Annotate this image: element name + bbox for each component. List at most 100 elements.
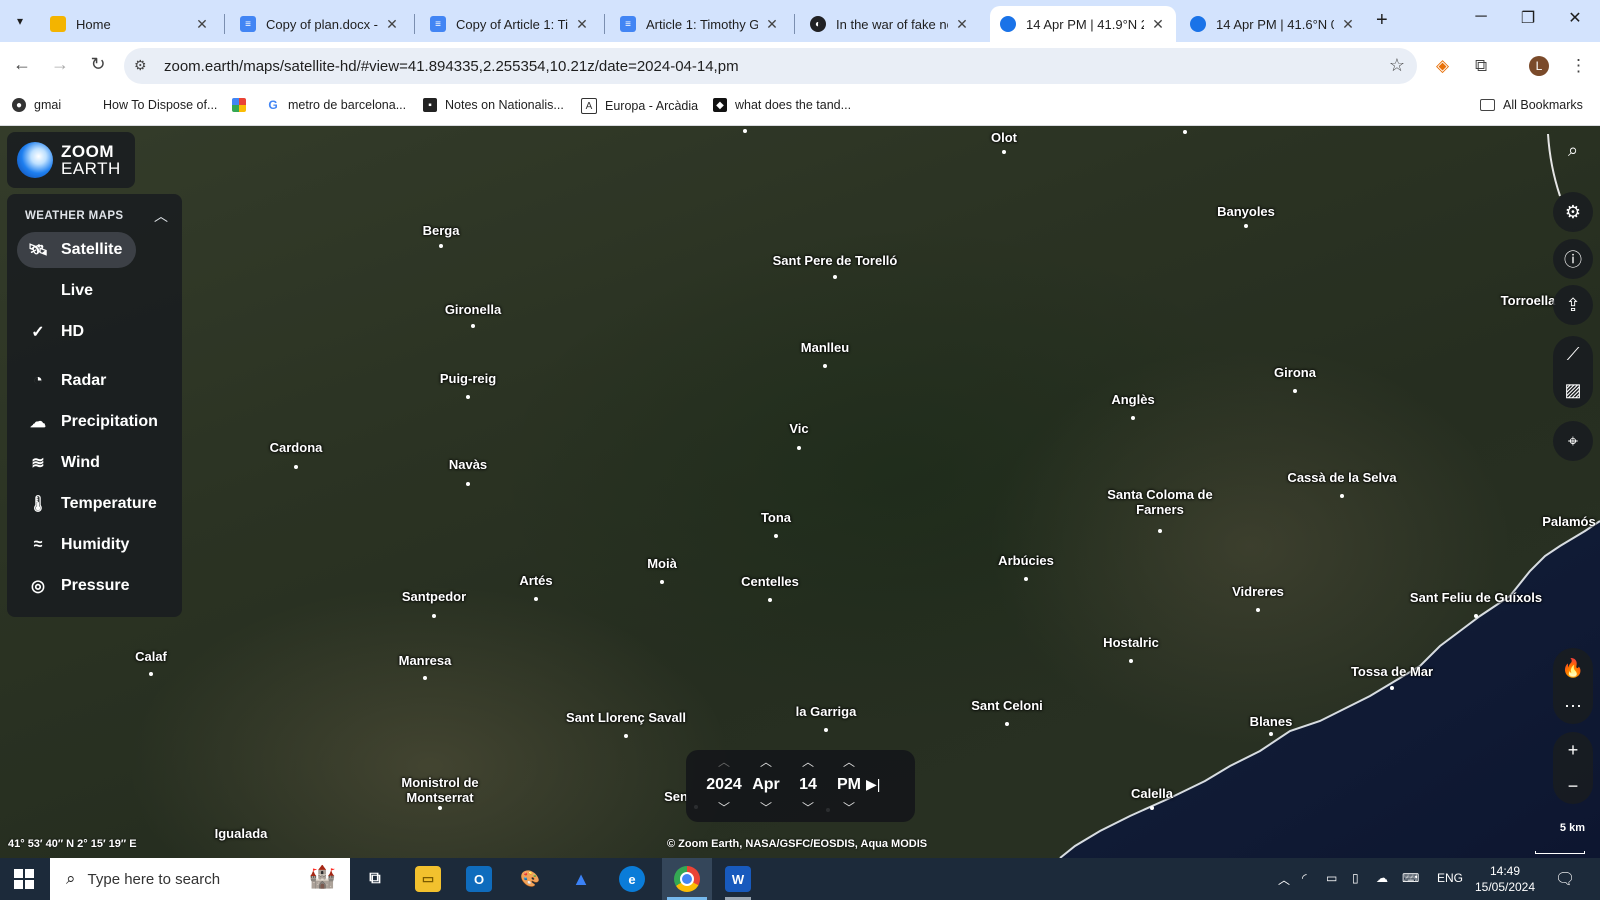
close-icon[interactable]: ✕: [1340, 16, 1356, 33]
window-close-button[interactable]: ✕: [1560, 8, 1590, 28]
place-label[interactable]: Santpedor: [402, 589, 466, 604]
place-label[interactable]: Sant Llorenç Savall: [566, 710, 686, 725]
layer-live[interactable]: Live: [17, 273, 107, 309]
bookmark-notes[interactable]: ▪ Notes on Nationalis...: [423, 98, 564, 112]
layer-wind[interactable]: ≋ Wind: [17, 445, 114, 481]
search-button[interactable]: ⌕: [1553, 130, 1593, 170]
place-label[interactable]: Tona: [761, 510, 791, 525]
paint-icon[interactable]: 🎨: [517, 866, 543, 892]
share-button[interactable]: ⇪: [1553, 285, 1593, 325]
layer-humidity[interactable]: ≈ Humidity: [17, 527, 143, 563]
place-label[interactable]: Olot: [991, 130, 1017, 145]
place-label[interactable]: Palamós: [1542, 514, 1595, 529]
place-label[interactable]: Sant Pere de Torelló: [773, 253, 898, 268]
tab-zoom-earth-2[interactable]: 14 Apr PM | 41.6°N 0 ✕: [1180, 6, 1366, 42]
keyboard-icon[interactable]: ⌨: [1402, 871, 1419, 885]
measure-area-icon[interactable]: ▨: [1553, 372, 1593, 408]
system-clock[interactable]: 14:49 15/05/2024: [1470, 863, 1540, 895]
close-icon[interactable]: ✕: [764, 16, 780, 33]
url-text[interactable]: zoom.earth/maps/satellite-hd/#view=41.89…: [164, 58, 739, 75]
place-label[interactable]: Blanes: [1250, 714, 1293, 729]
place-label[interactable]: Anglès: [1111, 392, 1154, 407]
place-label[interactable]: Sen: [664, 789, 688, 804]
chevron-down-icon[interactable]: ﹀: [829, 800, 869, 816]
place-label[interactable]: Hostalric: [1103, 635, 1159, 650]
place-label[interactable]: Cassà de la Selva: [1287, 470, 1396, 485]
place-label[interactable]: Arbúcies: [998, 553, 1054, 568]
layer-radar[interactable]: ◔ Radar: [17, 363, 120, 399]
day-selector[interactable]: ︿ 14 ﹀: [788, 754, 828, 816]
new-tab-button[interactable]: +: [1376, 9, 1388, 32]
place-label[interactable]: Manlleu: [801, 340, 849, 355]
tab-war-of-fake-news[interactable]: ◐ In the war of fake ne ✕: [800, 6, 980, 42]
place-label[interactable]: Vic: [789, 421, 808, 436]
close-icon[interactable]: ✕: [194, 16, 210, 33]
info-button[interactable]: ⓘ: [1553, 239, 1593, 279]
tab-home[interactable]: Home ✕: [40, 6, 220, 42]
chevron-up-icon[interactable]: ︿: [704, 754, 744, 770]
bookmark-pinwheel[interactable]: [232, 98, 254, 112]
chevron-up-icon[interactable]: ︿: [154, 206, 168, 226]
reload-button[interactable]: ↻: [86, 54, 110, 75]
place-label[interactable]: Calella: [1131, 786, 1173, 801]
language-indicator[interactable]: ENG: [1437, 871, 1463, 885]
layer-temperature[interactable]: 🌡 Temperature: [17, 486, 171, 522]
more-icon[interactable]: ⋯: [1553, 688, 1593, 724]
place-label[interactable]: Berga: [423, 223, 460, 238]
place-label[interactable]: Vidreres: [1232, 584, 1284, 599]
fire-icon[interactable]: 🔥: [1553, 648, 1593, 688]
satellite-map[interactable]: Olot Banyoles Berga Sant Pere de Torelló…: [0, 126, 1600, 858]
profile-avatar[interactable]: L: [1529, 56, 1549, 76]
chevron-down-icon[interactable]: ﹀: [704, 800, 744, 816]
bookmark-dispose[interactable]: How To Dispose of...: [103, 98, 217, 112]
back-button[interactable]: ←: [10, 54, 34, 75]
place-label[interactable]: Santa Coloma de Farners: [1105, 487, 1215, 517]
taskbar-search[interactable]: ⌕ Type here to search 🏰: [50, 858, 350, 900]
zoom-earth-logo[interactable]: ZOOM EARTH: [7, 132, 135, 188]
chevron-up-icon[interactable]: ︿: [829, 754, 869, 770]
browser-menu-icon[interactable]: ⋮: [1570, 56, 1587, 76]
close-icon[interactable]: ✕: [574, 16, 590, 33]
place-label[interactable]: Puig-reig: [440, 371, 496, 386]
start-button[interactable]: [14, 869, 34, 889]
bookmark-star-icon[interactable]: ☆: [1389, 55, 1405, 76]
place-label[interactable]: Sant Feliu de Guíxols: [1410, 590, 1542, 605]
tab-search-button[interactable]: ▾: [6, 9, 34, 33]
bookmark-europa[interactable]: A Europa - Arcàdia: [581, 98, 698, 114]
tab-zoom-earth-active[interactable]: 14 Apr PM | 41.9°N 2 ✕: [990, 6, 1176, 42]
zoom-out-button[interactable]: −: [1553, 768, 1593, 804]
battery-icon[interactable]: ▭: [1326, 871, 1337, 885]
place-label[interactable]: Navàs: [449, 457, 487, 472]
place-label[interactable]: Calaf: [135, 649, 167, 664]
place-label[interactable]: Igualada: [215, 826, 268, 841]
minimize-button[interactable]: ─: [1466, 8, 1496, 26]
layer-pressure[interactable]: ◎ Pressure: [17, 568, 144, 604]
place-label[interactable]: Girona: [1274, 365, 1316, 380]
layer-hd[interactable]: ✓ HD: [17, 314, 98, 350]
settings-button[interactable]: ⚙: [1553, 192, 1593, 232]
layer-precipitation[interactable]: ☁ Precipitation: [17, 404, 172, 440]
bookmark-gmai[interactable]: ● gmai: [12, 98, 61, 112]
measure-line-icon[interactable]: ⟋: [1553, 336, 1593, 372]
locate-button[interactable]: ⌖: [1553, 421, 1593, 461]
place-label[interactable]: Moià: [647, 556, 677, 571]
extension-icon[interactable]: ◈: [1436, 56, 1449, 76]
close-icon[interactable]: ✕: [1150, 16, 1166, 33]
close-icon[interactable]: ✕: [954, 16, 970, 33]
outlook-icon[interactable]: O: [466, 866, 492, 892]
year-selector[interactable]: ︿ 2024 ﹀: [704, 754, 744, 816]
place-label[interactable]: Sant Celoni: [971, 698, 1043, 713]
site-settings-icon[interactable]: ⚙: [134, 57, 147, 74]
notification-center-icon[interactable]: 🗨: [1555, 869, 1575, 889]
bookmark-metro[interactable]: G metro de barcelona...: [266, 98, 406, 112]
month-selector[interactable]: ︿ Apr ﹀: [746, 754, 786, 816]
device-icon[interactable]: ▯: [1352, 871, 1359, 885]
task-view-icon[interactable]: ⧉: [362, 866, 388, 892]
place-label[interactable]: Manresa: [399, 653, 452, 668]
place-label[interactable]: Tossa de Mar: [1351, 664, 1433, 679]
restore-button[interactable]: ❐: [1513, 8, 1543, 28]
network-icon[interactable]: ◜: [1302, 871, 1307, 885]
place-label[interactable]: Banyoles: [1217, 204, 1275, 219]
tab-article-1[interactable]: ≡ Article 1: Timothy Ga ✕: [610, 6, 790, 42]
address-bar[interactable]: ⚙ zoom.earth/maps/satellite-hd/#view=41.…: [124, 48, 1417, 84]
